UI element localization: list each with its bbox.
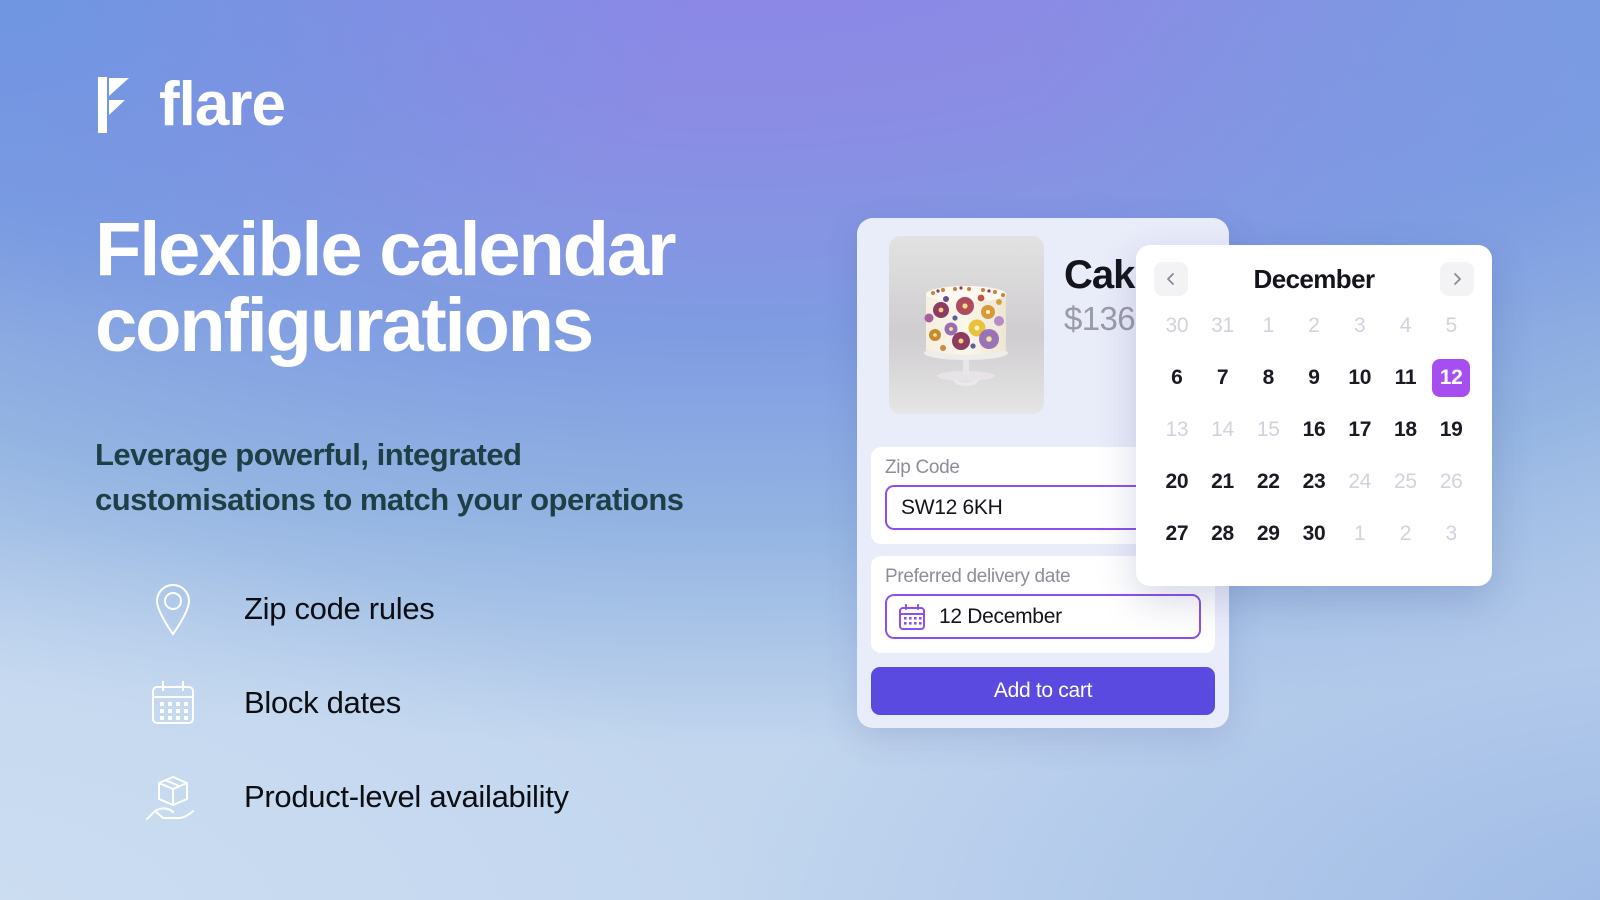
calendar-day: 4 <box>1386 307 1424 345</box>
calendar-next-month-button[interactable] <box>1440 262 1474 296</box>
calendar-day: 13 <box>1158 411 1196 449</box>
zip-code-value: SW12 6KH <box>901 495 1003 519</box>
calendar-day: 1 <box>1249 307 1287 345</box>
calendar-day[interactable]: 28 <box>1204 515 1242 553</box>
calendar-day[interactable]: 18 <box>1386 411 1424 449</box>
calendar-icon[interactable] <box>897 602 927 632</box>
calendar-day[interactable]: 11 <box>1386 359 1424 397</box>
calendar-day: 30 <box>1158 307 1196 345</box>
hand-package-icon <box>140 766 206 828</box>
calendar-day[interactable]: 30 <box>1295 515 1333 553</box>
calendar-prev-month-button[interactable] <box>1154 262 1188 296</box>
calendar-day[interactable]: 22 <box>1249 463 1287 501</box>
calendar-day[interactable]: 21 <box>1204 463 1242 501</box>
hero-left-column: flare Flexible calendar configurations L… <box>95 0 855 900</box>
calendar-day: 15 <box>1249 411 1287 449</box>
brand-name: flare <box>159 70 286 139</box>
headline-line-2: configurations <box>95 283 594 368</box>
feature-label: Zip code rules <box>244 591 435 626</box>
product-image <box>889 236 1044 414</box>
calendar-day: 3 <box>1341 307 1379 345</box>
calendar-day[interactable]: 9 <box>1295 359 1333 397</box>
calendar-day[interactable]: 29 <box>1249 515 1287 553</box>
calendar-day[interactable]: 17 <box>1341 411 1379 449</box>
subheadline-line-2: customisations to match your operations <box>95 482 684 518</box>
calendar-day: 25 <box>1386 463 1424 501</box>
calendar-day: 14 <box>1204 411 1242 449</box>
feature-list: Zip code rules Block dates Product-level… <box>140 562 840 844</box>
page-title: Flexible calendar configurations <box>95 212 815 364</box>
calendar-day[interactable]: 7 <box>1204 359 1242 397</box>
calendar-header: December <box>1154 259 1474 299</box>
calendar-day: 5 <box>1432 307 1470 345</box>
calendar-day: 3 <box>1432 515 1470 553</box>
calendar-day: 2 <box>1295 307 1333 345</box>
flare-mark-icon <box>98 77 129 133</box>
calendar-month-label: December <box>1253 263 1376 294</box>
feature-item-zip-code-rules: Zip code rules <box>140 562 840 656</box>
calendar-day-grid: 30 31 1 2 3 4 5 6 7 8 9 10 11 12 13 14 15 16 17 18 19 20 21 22 2… <box>1154 307 1474 553</box>
calendar-day[interactable]: 6 <box>1158 359 1196 397</box>
calendar-day[interactable]: 19 <box>1432 411 1470 449</box>
feature-item-block-dates: Block dates <box>140 656 840 750</box>
calendar-day[interactable]: 8 <box>1249 359 1287 397</box>
calendar-day[interactable]: 10 <box>1341 359 1379 397</box>
calendar-day: 26 <box>1432 463 1470 501</box>
feature-label: Product-level availability <box>244 779 569 814</box>
delivery-date-value: 12 December <box>939 604 1062 628</box>
subheadline-line-1: Leverage powerful, integrated <box>95 437 522 472</box>
brand-logo[interactable]: flare <box>95 70 286 139</box>
floral-cake-illustration <box>889 236 1044 414</box>
delivery-date-input[interactable]: 12 December <box>885 594 1201 639</box>
calendar-day: 24 <box>1341 463 1379 501</box>
page-subtitle: Leverage powerful, integrated customisat… <box>95 432 795 523</box>
calendar-day: 2 <box>1386 515 1424 553</box>
calendar-day[interactable]: 20 <box>1158 463 1196 501</box>
calendar-day[interactable]: 16 <box>1295 411 1333 449</box>
feature-item-product-level-availability: Product-level availability <box>140 750 840 844</box>
chevron-left-icon <box>1167 273 1174 285</box>
calendar-day-selected[interactable]: 12 <box>1432 359 1471 397</box>
feature-label: Block dates <box>244 685 401 720</box>
calendar-day[interactable]: 27 <box>1158 515 1196 553</box>
calendar-day: 31 <box>1204 307 1242 345</box>
calendar-icon <box>140 672 206 734</box>
calendar-day: 1 <box>1341 515 1379 553</box>
date-picker-popover: December 30 31 1 2 3 4 5 6 7 8 9 10 11 12 13 14 15 16 17 18… <box>1136 245 1492 586</box>
chevron-right-icon <box>1454 273 1461 285</box>
headline-line-1: Flexible calendar <box>95 207 677 292</box>
map-pin-icon <box>140 578 206 640</box>
calendar-day[interactable]: 23 <box>1295 463 1333 501</box>
add-to-cart-button[interactable]: Add to cart <box>871 667 1215 715</box>
